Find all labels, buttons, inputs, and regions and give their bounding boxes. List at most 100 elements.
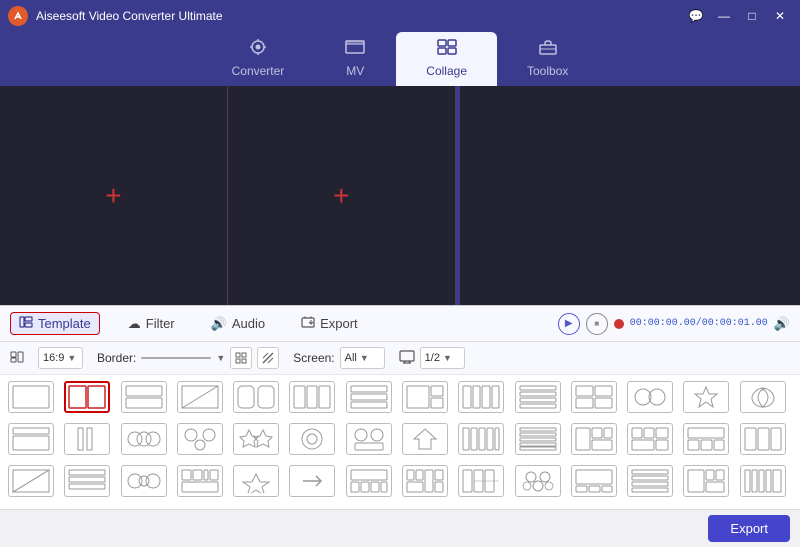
- template-item[interactable]: [64, 465, 110, 497]
- preview-panel-1[interactable]: +: [0, 86, 228, 305]
- time-display: 00:00:00.00/00:00:01.00: [630, 318, 768, 329]
- tab-collage[interactable]: Collage: [396, 32, 497, 86]
- template-item[interactable]: [177, 465, 223, 497]
- template-item[interactable]: [515, 423, 561, 455]
- diagonal-icon-button[interactable]: [257, 347, 279, 369]
- template-item[interactable]: [683, 423, 729, 455]
- border-chevron: ▼: [216, 353, 225, 363]
- footer-bar: Export: [0, 509, 800, 547]
- template-icon: [19, 316, 33, 331]
- template-item[interactable]: [458, 465, 504, 497]
- filter-icon: ☁: [128, 316, 141, 332]
- add-icon-1: +: [105, 180, 121, 212]
- template-item[interactable]: [346, 381, 392, 413]
- template-item[interactable]: [346, 465, 392, 497]
- template-item[interactable]: [740, 465, 786, 497]
- template-item[interactable]: [683, 381, 729, 413]
- tab-converter[interactable]: Converter: [202, 32, 315, 86]
- screen-group: Screen: All ▼: [293, 347, 384, 369]
- app-logo: [8, 6, 28, 26]
- tab-template[interactable]: Template: [10, 312, 100, 335]
- template-item[interactable]: [177, 423, 223, 455]
- template-item[interactable]: [289, 423, 335, 455]
- template-item[interactable]: [627, 381, 673, 413]
- border-group: Border: ▼: [97, 347, 279, 369]
- tab-export[interactable]: Export: [293, 313, 366, 334]
- template-grid: [0, 375, 800, 509]
- add-icon-2: +: [333, 180, 349, 212]
- export-icon: [301, 316, 315, 331]
- tab-toolbox-label: Toolbox: [527, 64, 568, 78]
- aspect-ratio-select[interactable]: 16:9 ▼: [38, 347, 83, 369]
- preview-panel-right: [460, 86, 800, 305]
- template-item[interactable]: [289, 465, 335, 497]
- main-content: + + Template: [0, 86, 800, 509]
- template-item[interactable]: [683, 465, 729, 497]
- bottom-controls: Template ☁ Filter 🔊 Audio: [0, 306, 800, 509]
- template-item[interactable]: [740, 423, 786, 455]
- maximize-button[interactable]: □: [740, 6, 764, 26]
- template-item[interactable]: [346, 423, 392, 455]
- close-button[interactable]: ✕: [768, 6, 792, 26]
- app-title: Aiseesoft Video Converter Ultimate: [36, 9, 684, 23]
- template-item[interactable]: [233, 381, 279, 413]
- template-item[interactable]: [627, 465, 673, 497]
- screen-chevron: ▼: [360, 353, 369, 363]
- tab-collage-label: Collage: [426, 64, 467, 78]
- nav-tabs: Converter MV Collage: [0, 32, 800, 86]
- template-item[interactable]: [515, 465, 561, 497]
- tab-filter-label: Filter: [146, 316, 175, 331]
- preview-panel-2[interactable]: +: [228, 86, 456, 305]
- template-item[interactable]: [458, 381, 504, 413]
- export-button[interactable]: Export: [708, 515, 790, 542]
- preview-area: + +: [0, 86, 800, 306]
- stop-button[interactable]: ■: [586, 313, 608, 335]
- template-item[interactable]: [8, 381, 54, 413]
- tab-mv[interactable]: MV: [314, 32, 396, 86]
- page-value: 1/2: [425, 352, 440, 364]
- template-item[interactable]: [64, 423, 110, 455]
- border-slider[interactable]: [141, 357, 211, 359]
- tab-filter[interactable]: ☁ Filter: [120, 313, 183, 335]
- template-item[interactable]: [402, 381, 448, 413]
- aspect-ratio-value: 16:9: [43, 352, 64, 364]
- template-item[interactable]: [289, 381, 335, 413]
- template-item[interactable]: [233, 423, 279, 455]
- template-item[interactable]: [177, 381, 223, 413]
- template-item[interactable]: [627, 423, 673, 455]
- page-group: 1/2 ▼: [399, 347, 465, 369]
- collage-icon: [436, 38, 458, 61]
- mv-icon: [344, 38, 366, 61]
- template-item[interactable]: [121, 423, 167, 455]
- template-item[interactable]: [571, 423, 617, 455]
- template-item[interactable]: [8, 465, 54, 497]
- grid-icon-button[interactable]: [230, 347, 252, 369]
- template-item[interactable]: [8, 423, 54, 455]
- template-item[interactable]: [121, 381, 167, 413]
- toolbox-icon: [537, 38, 559, 61]
- page-chevron: ▼: [443, 353, 452, 363]
- template-item[interactable]: [64, 381, 110, 413]
- template-item[interactable]: [402, 465, 448, 497]
- chat-button[interactable]: 💬: [684, 6, 708, 26]
- template-item[interactable]: [233, 465, 279, 497]
- audio-icon: 🔊: [211, 316, 227, 332]
- template-item[interactable]: [515, 381, 561, 413]
- tab-export-label: Export: [320, 316, 358, 331]
- template-item[interactable]: [121, 465, 167, 497]
- page-select[interactable]: 1/2 ▼: [420, 347, 465, 369]
- tab-audio[interactable]: 🔊 Audio: [203, 313, 273, 335]
- template-item[interactable]: [571, 465, 617, 497]
- tab-mv-label: MV: [346, 64, 364, 78]
- aspect-ratio-group: 16:9 ▼: [38, 347, 83, 369]
- volume-icon[interactable]: 🔊: [774, 316, 790, 332]
- template-item[interactable]: [402, 423, 448, 455]
- template-item[interactable]: [458, 423, 504, 455]
- template-item[interactable]: [571, 381, 617, 413]
- minimize-button[interactable]: —: [712, 6, 736, 26]
- template-item[interactable]: [740, 381, 786, 413]
- screen-select[interactable]: All ▼: [340, 347, 385, 369]
- play-button[interactable]: ▶: [558, 313, 580, 335]
- tab-bar: Template ☁ Filter 🔊 Audio: [0, 306, 800, 342]
- tab-toolbox[interactable]: Toolbox: [497, 32, 598, 86]
